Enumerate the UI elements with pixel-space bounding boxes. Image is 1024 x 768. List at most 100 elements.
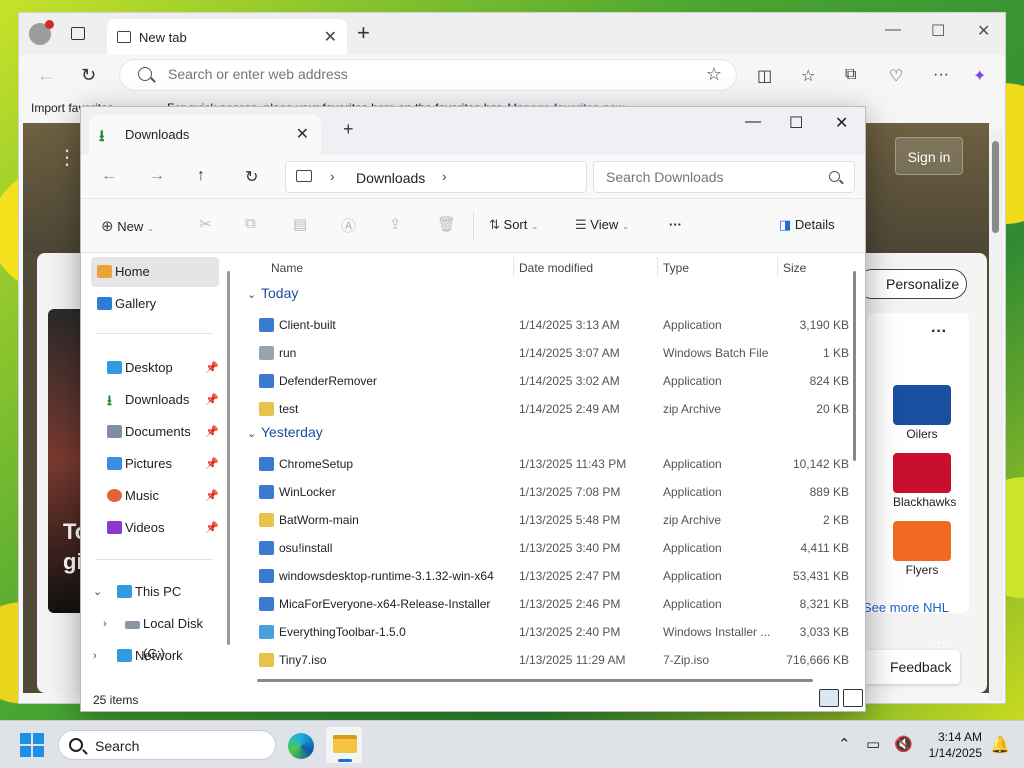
column-divider[interactable] (513, 257, 514, 277)
file-row[interactable]: WinLocker 1/13/2025 7:08 PM Application 889… (237, 478, 849, 506)
pin-icon[interactable]: 📌 (205, 449, 219, 479)
pin-icon[interactable]: 📌 (205, 417, 219, 447)
column-divider[interactable] (777, 257, 778, 277)
file-row[interactable]: MicaForEveryone-x64-Release-Installer 1/1… (237, 590, 849, 618)
browser-essentials-icon[interactable]: ♡ (889, 66, 903, 86)
pin-icon[interactable]: 📌 (205, 481, 219, 511)
notifications-bell-icon[interactable]: 🔔 (990, 735, 1010, 755)
column-header-type[interactable]: Type (663, 261, 689, 275)
group-header-today[interactable]: ⌄ Today (247, 285, 298, 301)
copilot-icon[interactable]: ✦ (973, 66, 986, 86)
view-button[interactable]: ☰ View ⌄ (575, 217, 629, 233)
cut-icon[interactable]: ✂ (199, 215, 212, 233)
sort-button[interactable]: ⇅ Sort ⌄ (489, 217, 539, 233)
navigation-scrollbar[interactable] (227, 271, 230, 645)
sidebar-item-local-disk[interactable]: › Local Disk (C:) (103, 609, 225, 661)
share-icon[interactable]: ⇪ (389, 215, 402, 233)
details-button[interactable]: ◨ Details (779, 217, 835, 233)
new-tab-button[interactable]: + (357, 20, 370, 46)
pin-icon[interactable]: 📌 (205, 513, 219, 543)
explorer-maximize-icon[interactable]: ☐ (789, 113, 803, 133)
sidebar-item-downloads[interactable]: ⭳ Downloads 📌 (101, 385, 219, 415)
chevron-up-icon[interactable]: ⌃ (838, 735, 851, 753)
browser-close-icon[interactable]: ✕ (977, 21, 990, 41)
team-flyers[interactable]: Flyers (893, 521, 951, 577)
column-header-date[interactable]: Date modified (519, 261, 593, 275)
explorer-search-input[interactable] (606, 169, 806, 185)
team-oilers[interactable]: Oilers (893, 385, 951, 441)
sidebar-item-pictures[interactable]: Pictures 📌 (101, 449, 219, 479)
sidebar-item-this-pc[interactable]: ⌄ This PC (93, 577, 219, 607)
explorer-new-tab-button[interactable]: + (343, 119, 354, 140)
feedback-button[interactable]: Feedback (858, 650, 960, 684)
see-more-nhl-link[interactable]: See more NHL (863, 600, 949, 615)
address-bar[interactable]: ☆ (119, 59, 737, 91)
chevron-right-icon[interactable]: › (330, 168, 335, 184)
rename-icon[interactable]: Ⓐ (341, 215, 356, 236)
start-button[interactable] (20, 733, 44, 757)
browser-tab-new-tab[interactable]: New tab ✕ (107, 19, 347, 55)
up-icon[interactable]: ↑ (197, 167, 205, 185)
file-row[interactable]: windowsdesktop-runtime-3.1.32-win-x64 1/1… (237, 562, 849, 590)
close-explorer-tab-icon[interactable]: ✕ (296, 124, 309, 144)
address-input[interactable] (168, 66, 668, 82)
network-status-icon[interactable]: ▭ (866, 735, 880, 753)
chevron-down-icon[interactable]: ⌄ (247, 288, 261, 301)
column-header-size[interactable]: Size (783, 261, 806, 275)
explorer-tab-downloads[interactable]: ⭳ Downloads ✕ (89, 115, 321, 155)
large-icons-view-icon[interactable] (843, 689, 863, 707)
explorer-forward-icon[interactable]: → (149, 167, 165, 185)
file-row[interactable]: Client-built 1/14/2025 3:13 AM Application… (237, 311, 849, 339)
pin-icon[interactable]: 📌 (205, 353, 219, 383)
breadcrumb[interactable]: › Downloads › (285, 161, 587, 193)
browser-minimize-icon[interactable]: — (885, 21, 901, 39)
split-screen-icon[interactable]: ◫ (757, 66, 772, 86)
sidebar-item-desktop[interactable]: Desktop 📌 (101, 353, 219, 383)
copy-icon[interactable]: ⧉ (245, 215, 256, 232)
profile-avatar[interactable] (29, 20, 54, 45)
delete-icon[interactable]: 🗑 (437, 215, 456, 233)
file-row[interactable]: BatWorm-main 1/13/2025 5:48 PM zip Archive… (237, 506, 849, 534)
browser-maximize-icon[interactable]: ☐ (931, 21, 945, 41)
file-row[interactable]: ChromeSetup 1/13/2025 11:43 PM Application… (237, 450, 849, 478)
chevron-right-icon[interactable]: › (103, 609, 107, 639)
details-view-icon[interactable] (819, 689, 839, 707)
chevron-right-icon[interactable]: › (442, 168, 447, 184)
browser-scrollbar[interactable] (989, 129, 1003, 701)
column-header-name[interactable]: Name (271, 261, 303, 275)
explorer-back-icon[interactable]: ← (101, 167, 117, 185)
settings-more-icon[interactable]: ··· (933, 66, 949, 84)
refresh-icon[interactable]: ↻ (81, 65, 96, 86)
sidebar-item-network[interactable]: › Network (93, 641, 219, 671)
team-blackhawks[interactable]: Blackhawks (893, 453, 956, 509)
paste-icon[interactable]: ▤ (293, 215, 307, 233)
file-list-hscrollbar[interactable] (257, 679, 813, 682)
file-row[interactable]: DefenderRemover 1/14/2025 3:02 AM Applicat… (237, 367, 849, 395)
card-more-icon[interactable]: ··· (931, 323, 947, 341)
taskbar-file-explorer[interactable] (326, 727, 362, 763)
see-more-icon[interactable]: ··· (669, 217, 682, 232)
edge-icon[interactable] (288, 733, 314, 759)
explorer-search[interactable] (593, 161, 855, 193)
explorer-close-icon[interactable]: ✕ (835, 113, 848, 133)
close-tab-icon[interactable]: ✕ (324, 27, 337, 47)
sidebar-item-gallery[interactable]: Gallery (91, 289, 219, 319)
sidebar-item-home[interactable]: Home (91, 257, 219, 287)
explorer-refresh-icon[interactable]: ↻ (245, 167, 258, 187)
chevron-down-icon[interactable]: ⌄ (247, 427, 261, 440)
taskbar-clock[interactable]: 3:14 AM 1/14/2025 (920, 729, 982, 761)
taskbar-search[interactable]: Search (58, 730, 276, 760)
file-row[interactable]: Tiny7.iso 1/13/2025 11:29 AM 7-Zip.iso 716,… (237, 646, 849, 674)
explorer-minimize-icon[interactable]: — (745, 113, 761, 131)
favorite-star-icon[interactable]: ☆ (706, 64, 722, 85)
file-row[interactable]: EverythingToolbar-1.5.0 1/13/2025 2:40 PM… (237, 618, 849, 646)
sidebar-item-music[interactable]: Music 📌 (101, 481, 219, 511)
personalize-button[interactable]: Personalize (857, 269, 967, 299)
volume-muted-icon[interactable]: 🔇 (894, 735, 913, 753)
chevron-right-icon[interactable]: › (93, 641, 97, 671)
file-row[interactable]: osu!install 1/13/2025 3:40 PM Application 4… (237, 534, 849, 562)
tab-actions-icon[interactable] (71, 27, 85, 40)
collections-icon[interactable]: ⧉ (845, 66, 856, 84)
file-list-vscrollbar[interactable] (853, 271, 856, 461)
file-row[interactable]: test 1/14/2025 2:49 AM zip Archive 20 KB (237, 395, 849, 423)
